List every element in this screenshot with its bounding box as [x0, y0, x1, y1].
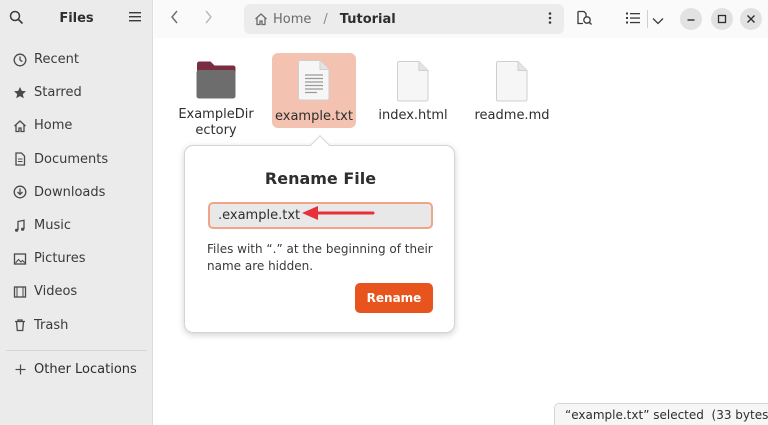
hamburger-menu-icon[interactable] — [129, 11, 141, 26]
music-icon — [12, 218, 28, 234]
file-name: index.html — [378, 108, 448, 123]
sidebar-places: Recent Starred Home Documents Downloads … — [0, 43, 153, 385]
more-options-icon[interactable] — [548, 11, 552, 29]
sidebar-item-downloads[interactable]: Downloads — [0, 176, 153, 209]
file-name: example.txt — [275, 109, 353, 124]
sidebar-item-videos[interactable]: Videos — [0, 275, 153, 308]
clock-icon — [12, 52, 28, 68]
file-name: readme.md — [474, 108, 550, 123]
chevron-down-icon[interactable] — [652, 14, 664, 29]
sidebar-item-trash[interactable]: Trash — [0, 309, 153, 342]
trash-icon — [12, 317, 28, 333]
breadcrumb-home[interactable]: Home — [244, 12, 311, 27]
maximize-button[interactable] — [711, 8, 733, 30]
text-file-icon — [297, 59, 331, 105]
home-icon — [12, 118, 28, 134]
file-item-readme-md[interactable]: readme.md — [472, 60, 552, 124]
back-icon[interactable] — [170, 10, 179, 28]
sidebar-item-label: Videos — [34, 284, 78, 300]
status-text: “example.txt” selected (33 bytes) — [565, 407, 768, 422]
breadcrumb-current[interactable]: Tutorial — [340, 12, 396, 27]
sidebar-item-music[interactable]: Music — [0, 209, 153, 242]
sidebar-item-pictures[interactable]: Pictures — [0, 242, 153, 275]
sidebar-item-other-locations[interactable]: Other Locations — [0, 355, 153, 385]
annotation-arrow-icon — [300, 204, 376, 226]
file-item-example-txt[interactable]: example.txt — [272, 53, 356, 128]
sidebar-item-label: Other Locations — [34, 362, 137, 378]
close-button[interactable] — [740, 8, 762, 30]
sidebar-item-label: Home — [34, 118, 73, 134]
file-item-index-html[interactable]: index.html — [373, 60, 453, 124]
sidebar: Files Recent Starred Home Documents Down… — [0, 0, 153, 425]
rename-button[interactable]: Rename — [355, 283, 433, 313]
download-icon — [12, 184, 28, 200]
document-icon — [12, 151, 28, 167]
sidebar-item-recent[interactable]: Recent — [0, 43, 153, 76]
sidebar-item-starred[interactable]: Starred — [0, 76, 153, 109]
video-icon — [12, 284, 28, 300]
minimize-button[interactable] — [680, 8, 702, 30]
hidden-file-hint: Files with “.” at the beginning of their… — [207, 242, 433, 273]
forward-icon[interactable] — [204, 10, 213, 28]
file-name-line: ectory — [195, 123, 237, 138]
sidebar-divider — [6, 349, 147, 351]
home-icon — [254, 12, 268, 26]
blank-file-icon — [396, 60, 430, 102]
sidebar-item-label: Documents — [34, 151, 109, 167]
sidebar-item-label: Recent — [34, 52, 79, 68]
list-view-icon[interactable] — [626, 12, 640, 28]
folder-icon — [195, 60, 237, 100]
file-name: ExampleDir ectory — [176, 107, 256, 139]
star-icon — [12, 85, 28, 101]
picture-icon — [12, 251, 28, 267]
rename-file-popover: Rename File .example.txt Files with “.” … — [184, 135, 455, 333]
blank-file-icon — [495, 60, 529, 102]
breadcrumb-separator: / — [323, 11, 328, 27]
status-bar: “example.txt” selected (33 bytes) — [554, 403, 768, 425]
sidebar-item-documents[interactable]: Documents — [0, 143, 153, 176]
sidebar-item-label: Music — [34, 218, 71, 234]
sidebar-item-label: Trash — [34, 317, 69, 333]
sidebar-item-label: Starred — [34, 85, 82, 101]
breadcrumb: Home / Tutorial — [244, 4, 564, 34]
popover-title: Rename File — [264, 169, 377, 188]
view-divider — [647, 10, 648, 28]
file-item-exampledirectory[interactable]: ExampleDir ectory — [176, 60, 256, 139]
sidebar-item-label: Pictures — [34, 251, 86, 267]
sidebar-item-home[interactable]: Home — [0, 109, 153, 142]
search-files-icon[interactable] — [575, 9, 593, 31]
file-name-line: ExampleDir — [178, 107, 254, 122]
sidebar-item-label: Downloads — [34, 184, 106, 200]
breadcrumb-home-label: Home — [273, 11, 312, 27]
sidebar-header: Files — [0, 0, 153, 38]
plus-icon — [12, 364, 28, 375]
popover-arrow — [310, 135, 330, 155]
